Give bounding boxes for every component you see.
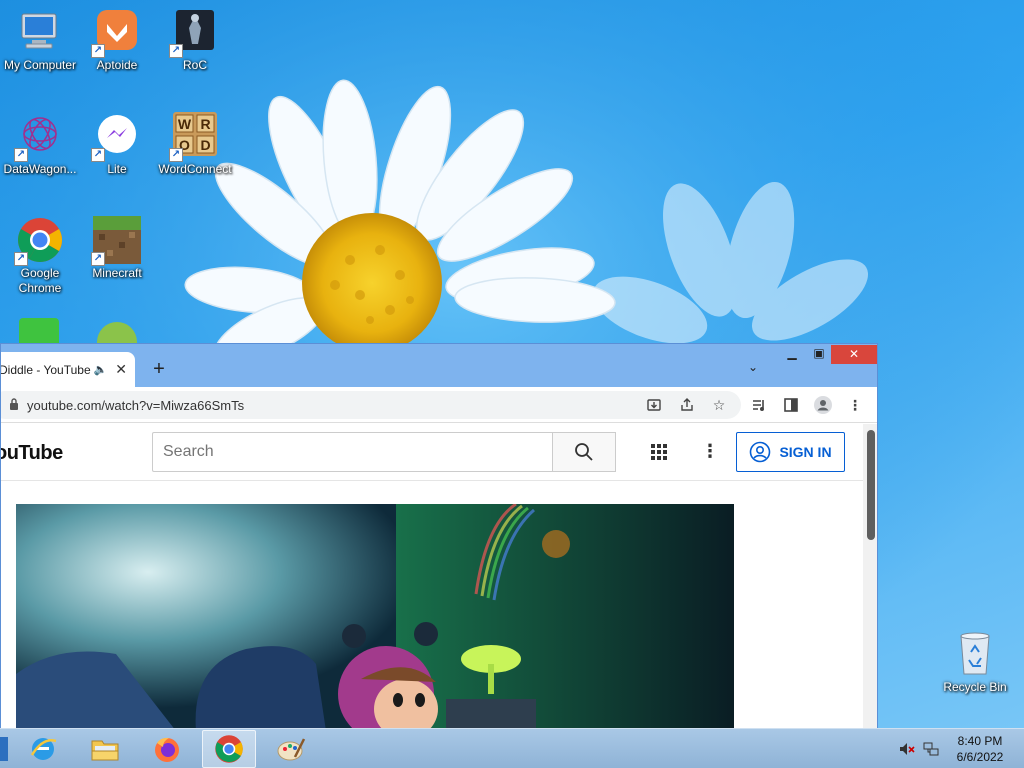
desktop-icon-label: WordConnect [158,162,232,176]
tab-close-icon[interactable]: ✕ [115,361,127,378]
clock-date: 6/6/2022 [956,750,1004,764]
shortcut-arrow-icon: ↗ [14,148,28,162]
taskbar-firefox[interactable] [140,730,194,768]
desktop-icon-wordconnect[interactable]: W R O D ↗ WordConnect [155,112,235,177]
video-player[interactable] [16,504,734,729]
desktop-icon-minecraft[interactable]: ↗ Minecraft [77,216,157,281]
media-control-icon[interactable] [749,396,769,414]
share-icon[interactable] [677,396,697,414]
minimize-button[interactable]: ▁ [785,346,799,364]
shortcut-arrow-icon: ↗ [14,252,28,266]
new-tab-button[interactable]: + [149,358,169,381]
aptoide-icon: ↗ [91,8,141,58]
search-button[interactable] [552,432,616,472]
partial-green-app-icon[interactable] [19,318,59,343]
side-panel-icon[interactable] [781,396,801,414]
maximize-button[interactable]: ▣ [811,346,827,364]
wordconnect-tile-1: W [178,116,192,132]
wordconnect-tile-2: R [200,116,210,132]
volume-muted-icon[interactable] [898,740,916,758]
sign-in-button[interactable]: SIGN IN [736,432,845,472]
page-scrollbar[interactable] [863,424,877,729]
wordconnect-icon: W R O D ↗ [169,112,219,162]
taskbar-chrome[interactable] [202,730,256,768]
daisy-center [302,213,442,353]
lock-icon[interactable] [9,397,19,413]
desktop-icon-aptoide[interactable]: ↗ Aptoide [77,8,157,73]
sign-in-label: SIGN IN [779,444,832,460]
search-input[interactable] [152,432,553,472]
desktop-icon-label: Minecraft [92,266,142,280]
taskbar-file-explorer[interactable] [78,730,132,768]
browser-title-bar[interactable]: Diddle - YouTube 🔈 ✕ + ⌄ ▁ ▣ ✕ [0,344,877,387]
taskbar-paint[interactable] [264,730,318,768]
shortcut-arrow-icon: ↗ [169,148,183,162]
taskbar: 8:40 PM 6/6/2022 [0,728,1024,768]
desktop-icon-messenger-lite[interactable]: ↗ Lite [77,112,157,177]
recycle-bin-icon [951,630,999,678]
account-circle-icon [750,441,771,463]
desktop-icon-label: Lite [107,162,127,176]
bookmark-star-icon[interactable]: ☆ [709,396,729,414]
speaker-icon[interactable]: 🔈 [94,363,108,376]
start-button-edge[interactable] [0,737,8,761]
desktop-icon-roc[interactable]: ↗ RoC [155,8,235,73]
video-frame [16,504,734,729]
desktop-icon-my-computer[interactable]: My Computer [0,8,80,73]
tab-search-chevron-icon[interactable]: ⌄ [748,360,758,374]
desktop-icon-google-chrome[interactable]: ↗ Google Chrome [0,216,80,296]
scrollbar-thumb[interactable] [867,430,875,540]
chrome-icon: ↗ [14,216,64,266]
network-icon[interactable] [922,740,940,758]
browser-tab-active[interactable]: Diddle - YouTube 🔈 ✕ [0,352,135,387]
more-options-button[interactable]: ⋮ [701,440,719,462]
desktop-icon-label: Google Chrome [18,266,62,295]
install-app-icon[interactable] [644,396,664,414]
chrome-icon [215,735,243,763]
desktop-icon-label: RoC [182,58,207,72]
file-explorer-icon [91,740,119,761]
clock-time: 8:40 PM [957,734,1003,748]
internet-explorer-icon [30,738,57,760]
desktop-icon-recycle-bin[interactable]: Recycle Bin [935,630,1015,695]
search-icon [575,443,593,461]
header-divider [1,480,863,481]
taskbar-internet-explorer[interactable] [16,730,70,768]
youtube-logo[interactable]: ouTube [1,442,63,465]
desktop-icon-label: My Computer [3,58,77,72]
youtube-page: ouTube ⋮ SIGN IN [1,424,863,729]
messenger-lite-icon: ↗ [91,112,141,162]
shortcut-arrow-icon: ↗ [91,148,105,162]
close-window-button[interactable]: ✕ [831,345,877,364]
roc-game-icon: ↗ [169,8,219,58]
paint-icon [277,738,306,761]
browser-toolbar: youtube.com/watch?v=Miwza66SmTs ☆ ⋮ [1,387,877,423]
chrome-browser-window[interactable]: Diddle - YouTube 🔈 ✕ + ⌄ ▁ ▣ ✕ youtube.c… [0,343,878,730]
shortcut-arrow-icon: ↗ [169,44,183,58]
desktop-icon-label: Aptoide [96,58,138,72]
desktop-icon-label: DataWagon... [3,162,77,176]
desktop-icon-label: Recycle Bin [943,680,1007,694]
address-bar[interactable]: youtube.com/watch?v=Miwza66SmTs [1,391,741,419]
firefox-icon [155,737,179,762]
minecraft-icon: ↗ [91,216,141,266]
profile-avatar-icon[interactable] [813,396,833,414]
shortcut-arrow-icon: ↗ [91,44,105,58]
apps-grid-icon[interactable] [649,442,669,462]
tab-title: Diddle - YouTube [0,362,91,377]
computer-icon [16,8,64,56]
datawagon-icon: ↗ [14,112,64,162]
system-clock[interactable]: 8:40 PM 6/6/2022 [948,733,1012,765]
shortcut-arrow-icon: ↗ [91,252,105,266]
wordconnect-tile-4: D [200,137,210,153]
desktop-icon-datawagon[interactable]: ↗ DataWagon... [0,112,80,177]
browser-menu-icon[interactable]: ⋮ [845,396,865,414]
url-text[interactable]: youtube.com/watch?v=Miwza66SmTs [27,398,244,413]
